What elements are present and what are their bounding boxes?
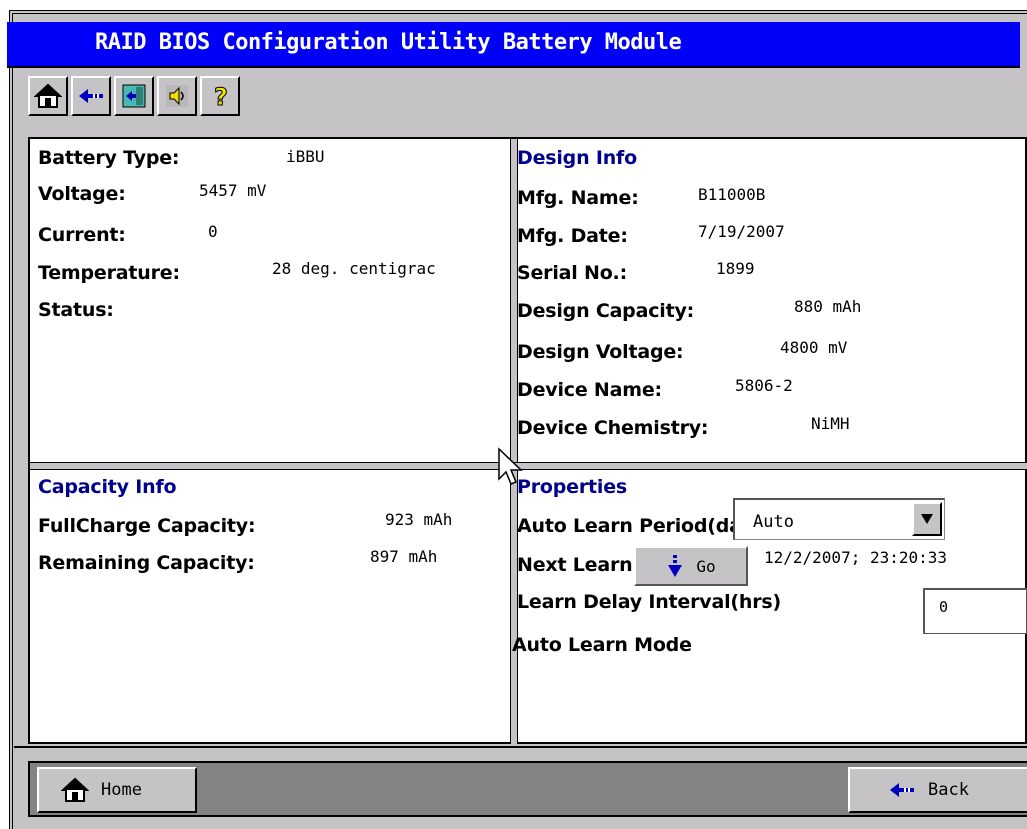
back-button[interactable]: Back [848,767,1027,813]
mfg-date-value: 7/19/2007 [698,222,785,241]
device-name-value: 5806-2 [735,376,793,395]
mfg-date-label: Mfg. Date: [517,225,628,247]
voltage-value: 5457 mV [199,181,267,200]
speaker-toolbar-button[interactable] [157,76,197,116]
temperature-value: 28 deg. centigrac [272,259,436,278]
dropdown-arrow-button[interactable] [912,502,942,536]
svg-text:?: ? [214,83,228,110]
design-voltage-label: Design Voltage: [517,341,684,363]
back-arrow-icon [890,783,914,797]
back-arrow-icon [79,89,103,103]
device-chemistry-value: NiMH [811,414,850,433]
exit-toolbar-button[interactable] [114,76,154,116]
home-button-label: Home [101,780,142,800]
remaining-capacity-value: 897 mAh [370,547,438,566]
remaining-capacity-label: Remaining Capacity: [38,552,255,574]
speaker-icon [166,85,188,107]
toolbar: ? [28,76,243,116]
learn-delay-interval-input[interactable]: 0 [923,588,1027,634]
design-capacity-label: Design Capacity: [517,300,695,322]
mouse-cursor-icon [498,447,523,485]
battery-type-label: Battery Type: [38,147,180,169]
current-label: Current: [38,224,126,246]
content-panel: Battery Type: iBBU Voltage: 5457 mV Curr… [28,137,1027,744]
bottom-nav-inset: Home Back [28,761,1027,817]
bottom-bar: Home Back [14,746,1027,829]
next-learn-time-value: 12/2/2007; 23:20:33 [764,548,948,567]
design-capacity-value: 880 mAh [794,297,862,316]
auto-learn-mode-value: Auto [753,512,794,532]
horizontal-divider [30,462,1027,470]
window-title: RAID BIOS Configuration Utility Battery … [95,30,682,55]
home-icon [34,83,62,108]
mfg-name-label: Mfg. Name: [517,187,639,209]
serial-no-value: 1899 [716,259,755,278]
battery-type-value: iBBU [286,147,325,166]
temperature-label: Temperature: [38,262,180,284]
help-toolbar-button[interactable]: ? [200,76,240,116]
voltage-label: Voltage: [38,183,126,205]
help-icon: ? [214,83,229,111]
capacity-info-heading: Capacity Info [38,476,177,498]
back-toolbar-button[interactable] [71,76,111,116]
design-info-heading: Design Info [517,147,637,169]
auto-learn-mode-label: Auto Learn Mode [512,634,692,656]
device-name-label: Device Name: [517,379,662,401]
status-label: Status: [38,299,114,321]
go-button-label: Go [696,556,716,576]
design-voltage-value: 4800 mV [780,338,848,357]
learn-delay-interval-label: Learn Delay Interval(hrs) [517,591,781,613]
device-chemistry-label: Device Chemistry: [517,417,709,439]
down-arrow-icon [668,555,683,577]
back-button-label: Back [928,780,969,800]
serial-no-label: Serial No.: [517,262,627,284]
exit-icon [122,84,146,108]
fullcharge-capacity-label: FullCharge Capacity: [38,515,256,537]
home-icon [61,777,89,802]
auto-learn-mode-select[interactable]: Auto [733,498,945,540]
title-bar: RAID BIOS Configuration Utility Battery … [7,22,1020,68]
go-button[interactable]: Go [634,546,748,586]
properties-heading: Properties [517,476,627,498]
mfg-name-value: B11000B [698,185,766,204]
current-value: 0 [208,222,218,241]
chevron-down-icon [921,514,933,524]
fullcharge-capacity-value: 923 mAh [385,510,453,529]
home-toolbar-button[interactable] [28,76,68,116]
home-button[interactable]: Home [37,767,197,813]
